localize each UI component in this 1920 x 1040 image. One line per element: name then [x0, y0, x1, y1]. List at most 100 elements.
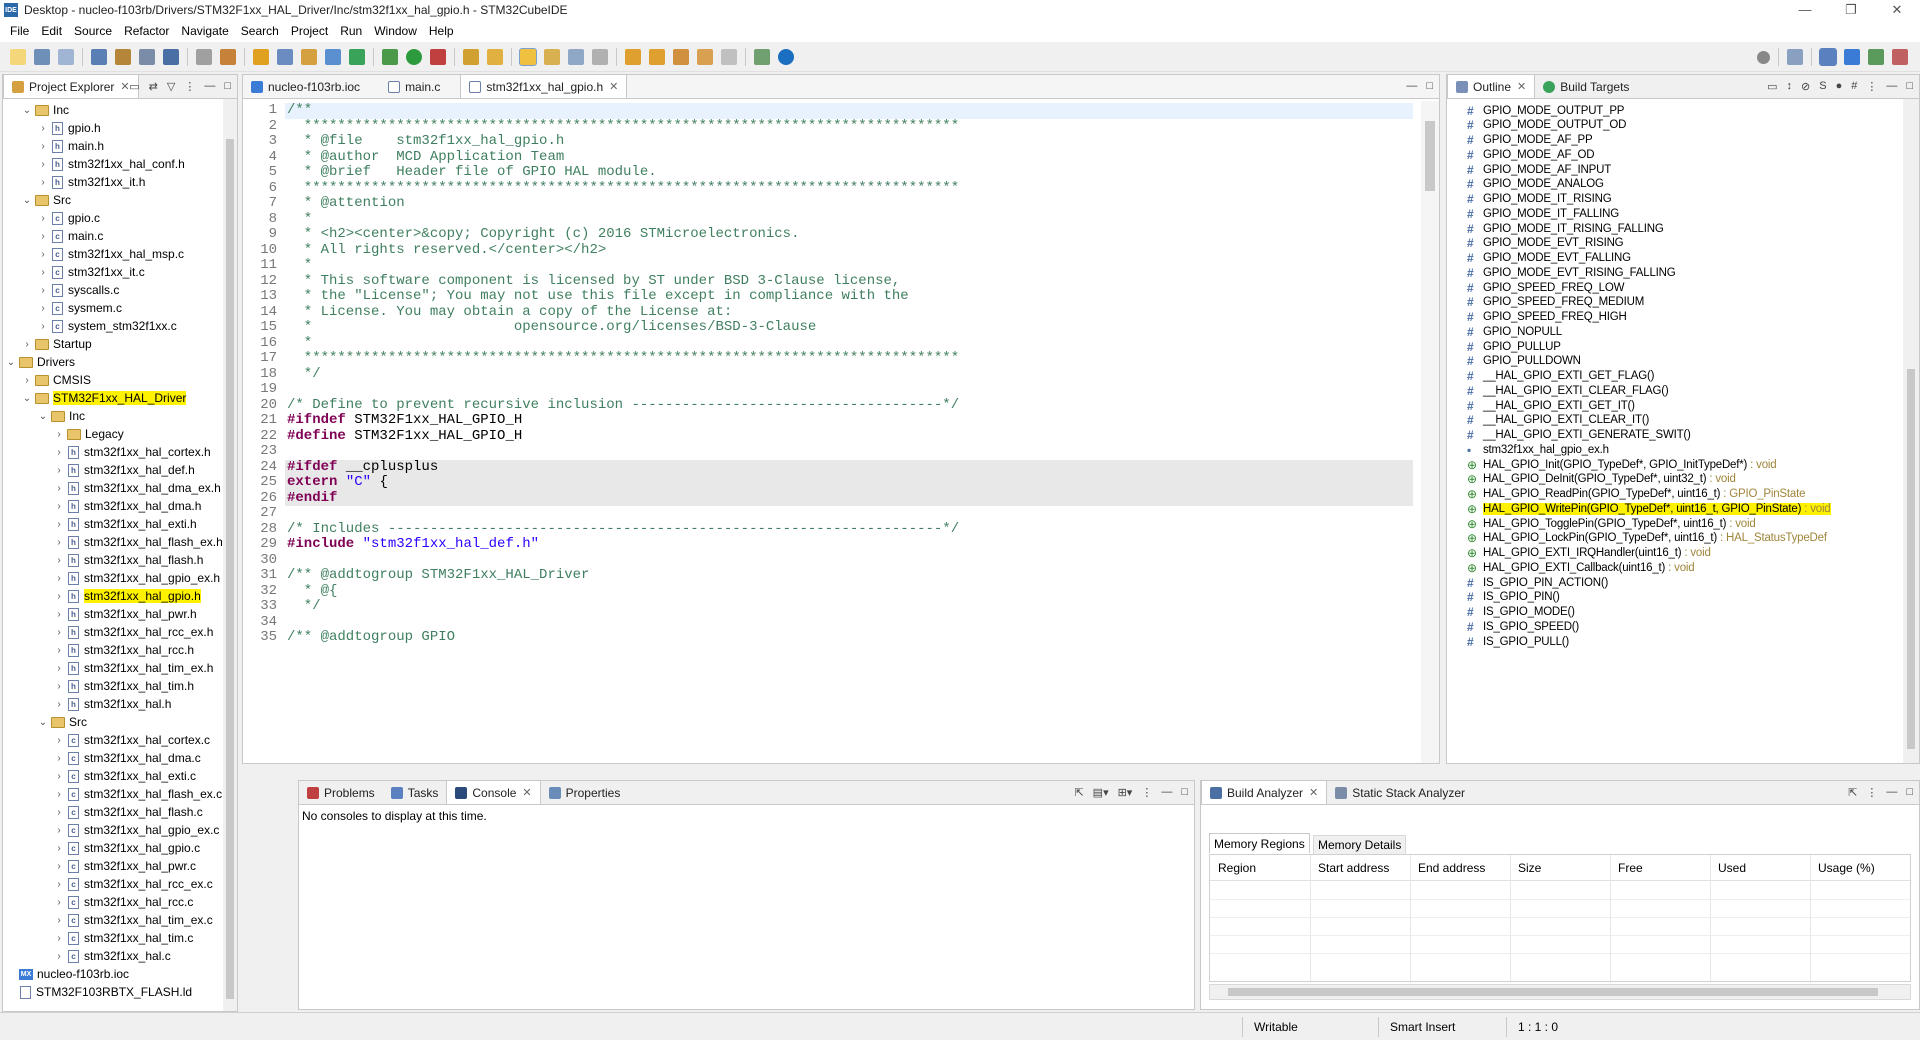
next-annotation-icon[interactable]: [625, 48, 641, 65]
debug-perspective-icon[interactable]: [1868, 49, 1884, 65]
status-cursor-position[interactable]: 1 : 1 : 0: [1518, 1020, 1558, 1034]
column-header[interactable]: End address: [1418, 861, 1485, 875]
chevron-right-icon[interactable]: ›: [53, 501, 65, 512]
outline-item[interactable]: ⊕ HAL_GPIO_DeInit(GPIO_TypeDef*, uint32_t…: [1467, 472, 1736, 487]
pin-console-icon[interactable]: ⇱: [1074, 786, 1083, 799]
tree-item[interactable]: › c stm32f1xx_hal_dma.c: [53, 749, 200, 767]
code-line[interactable]: extern "C" {: [287, 474, 388, 491]
tree-item[interactable]: › h stm32f1xx_hal_rcc.h: [53, 641, 194, 659]
code-line[interactable]: /**: [287, 102, 312, 119]
menu-project[interactable]: Project: [285, 24, 334, 38]
tab-properties[interactable]: Properties: [541, 782, 629, 804]
code-line[interactable]: #ifdef __cplusplus: [287, 459, 438, 476]
menu-file[interactable]: File: [4, 24, 35, 38]
outline-item[interactable]: # GPIO_MODE_AF_OD: [1467, 147, 1595, 162]
code-line[interactable]: * @author MCD Application Team: [287, 149, 564, 166]
search-icon[interactable]: [1757, 50, 1770, 64]
tree-item[interactable]: › c stm32f1xx_it.c: [37, 263, 144, 281]
tree-item[interactable]: › h stm32f1xx_hal_rcc_ex.h: [53, 623, 213, 641]
tree-item[interactable]: › h gpio.h: [37, 119, 100, 137]
chevron-right-icon[interactable]: ›: [37, 213, 49, 224]
maximize-view-icon[interactable]: □: [1906, 80, 1913, 93]
chevron-down-icon[interactable]: ⌄: [21, 393, 33, 404]
tree-item[interactable]: › c gpio.c: [37, 209, 100, 227]
minimize-view-icon[interactable]: —: [1886, 786, 1897, 799]
outline-item[interactable]: ⊕ HAL_GPIO_EXTI_Callback(uint16_t) : void: [1467, 560, 1695, 575]
pin-editor-icon[interactable]: [754, 48, 770, 65]
chevron-right-icon[interactable]: ›: [37, 267, 49, 278]
tree-item[interactable]: › c stm32f1xx_hal.c: [53, 947, 170, 965]
tree-item[interactable]: MX nucleo-f103rb.ioc: [5, 965, 129, 983]
pin-icon[interactable]: ⇱: [1848, 786, 1857, 799]
tree-item[interactable]: › h stm32f1xx_hal_tim.h: [53, 677, 194, 695]
chevron-right-icon[interactable]: ›: [53, 609, 65, 620]
horizontal-scrollbar[interactable]: [1209, 984, 1911, 1000]
view-menu-icon[interactable]: ⋮: [1866, 80, 1877, 93]
tree-item[interactable]: ⌄ Drivers: [5, 353, 75, 371]
code-line[interactable]: * @attention: [287, 195, 405, 212]
prev-annotation-icon[interactable]: [649, 48, 665, 65]
outline-item[interactable]: # __HAL_GPIO_EXTI_CLEAR_IT(): [1467, 413, 1649, 428]
external-tools-icon[interactable]: [430, 48, 446, 65]
code-line[interactable]: #define STM32F1xx_HAL_GPIO_H: [287, 428, 522, 445]
chevron-right-icon[interactable]: ›: [53, 951, 65, 962]
maximize-view-icon[interactable]: □: [224, 80, 231, 93]
code-line[interactable]: #include "stm32f1xx_hal_def.h": [287, 536, 539, 553]
info-icon[interactable]: [778, 48, 794, 65]
chevron-right-icon[interactable]: ›: [37, 321, 49, 332]
code-line[interactable]: #ifndef STM32F1xx_HAL_GPIO_H: [287, 412, 522, 429]
tree-item[interactable]: › h stm32f1xx_hal_dma_ex.h: [53, 479, 220, 497]
tree-item[interactable]: › h stm32f1xx_hal_pwr.h: [53, 605, 196, 623]
tree-item[interactable]: › h stm32f1xx_hal_flash.h: [53, 551, 203, 569]
build-config-icon[interactable]: [91, 48, 107, 65]
outline-item[interactable]: # __HAL_GPIO_EXTI_CLEAR_FLAG(): [1467, 383, 1669, 398]
tree-item[interactable]: › h stm32f1xx_hal_tim_ex.h: [53, 659, 213, 677]
chevron-right-icon[interactable]: ›: [53, 555, 65, 566]
code-line[interactable]: * License. You may obtain a copy of the …: [287, 304, 732, 321]
chevron-right-icon[interactable]: ›: [53, 465, 65, 476]
code-line[interactable]: * @file stm32f1xx_hal_gpio.h: [287, 133, 564, 150]
outline-item[interactable]: # __HAL_GPIO_EXTI_GET_IT(): [1467, 398, 1635, 413]
chevron-right-icon[interactable]: ›: [53, 843, 65, 854]
tab-outline[interactable]: Outline ✕: [1447, 74, 1536, 98]
save-icon[interactable]: [34, 48, 50, 65]
tree-item[interactable]: › h stm32f1xx_hal_def.h: [53, 461, 194, 479]
menu-run[interactable]: Run: [334, 24, 368, 38]
open-console-icon[interactable]: ⊞▾: [1118, 786, 1133, 799]
view-menu-icon[interactable]: ⋮: [1866, 786, 1877, 799]
mark-occurrences-icon[interactable]: [519, 47, 537, 66]
chevron-right-icon[interactable]: ›: [53, 447, 65, 458]
debug-config-icon[interactable]: [253, 48, 269, 65]
editor-scrollbar[interactable]: [1421, 101, 1439, 763]
tree-item[interactable]: ⌄ Inc: [21, 101, 69, 119]
code-line[interactable]: * the "License"; You may not use this fi…: [287, 288, 909, 305]
outline-item[interactable]: # GPIO_MODE_EVT_FALLING: [1467, 251, 1631, 266]
minimize-view-icon[interactable]: —: [204, 80, 215, 93]
tree-item[interactable]: › h stm32f1xx_hal_dma.h: [53, 497, 201, 515]
tree-item[interactable]: › c stm32f1xx_hal_exti.c: [53, 767, 196, 785]
outline-item[interactable]: # IS_GPIO_PIN_ACTION(): [1467, 575, 1608, 590]
editor-tab-main-c[interactable]: main.c: [380, 76, 448, 98]
tree-item[interactable]: › h stm32f1xx_hal_cortex.h: [53, 443, 210, 461]
menu-refactor[interactable]: Refactor: [118, 24, 175, 38]
chevron-right-icon[interactable]: ›: [53, 933, 65, 944]
code-line[interactable]: /* Includes ----------------------------…: [287, 521, 959, 538]
outline-item[interactable]: # IS_GPIO_PULL(): [1467, 634, 1569, 649]
tab-console[interactable]: Console ✕: [446, 780, 541, 804]
tree-item[interactable]: › Startup: [21, 335, 91, 353]
scrollbar-thumb[interactable]: [1425, 121, 1435, 191]
remote-perspective-icon[interactable]: [1892, 49, 1908, 65]
column-header[interactable]: Region: [1218, 861, 1256, 875]
chevron-right-icon[interactable]: ›: [53, 789, 65, 800]
outline-item[interactable]: # GPIO_MODE_IT_RISING: [1467, 192, 1612, 207]
outline-item[interactable]: ▪ stm32f1xx_hal_gpio_ex.h: [1467, 442, 1609, 457]
chevron-right-icon[interactable]: ›: [37, 123, 49, 134]
tree-item[interactable]: › c stm32f1xx_hal_rcc.c: [53, 893, 193, 911]
toggle-highlight-icon[interactable]: [544, 48, 560, 65]
scrollbar-thumb[interactable]: [1228, 988, 1878, 996]
chevron-down-icon[interactable]: ⌄: [21, 195, 33, 206]
minimize-view-icon[interactable]: —: [1406, 80, 1417, 92]
tree-item[interactable]: › CMSIS: [21, 371, 91, 389]
chevron-right-icon[interactable]: ›: [53, 483, 65, 494]
chevron-right-icon[interactable]: ›: [53, 807, 65, 818]
